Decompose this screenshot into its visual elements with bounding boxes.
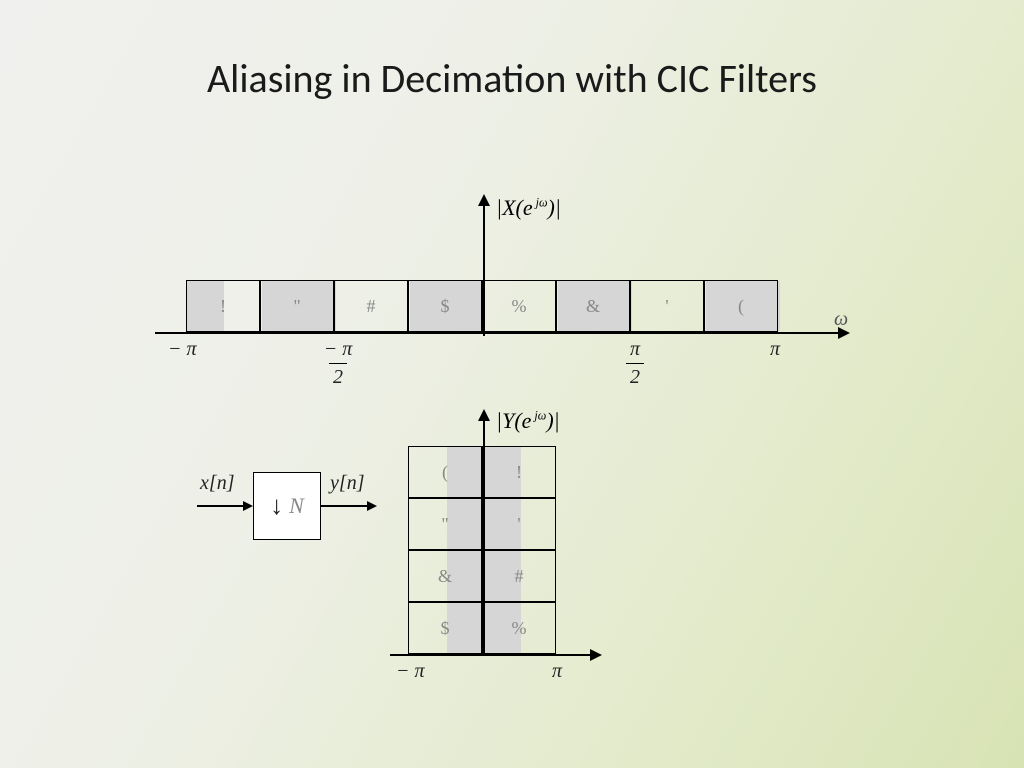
axis-var-top: ω (834, 308, 848, 331)
tick-label: − π (396, 660, 425, 683)
stack-cell: & (408, 550, 482, 602)
spectrum-cell: ( (704, 280, 778, 332)
spectrum-cell: ' (630, 280, 704, 332)
out-signal-label: y[n] (330, 472, 364, 495)
tick-label: π2 (620, 338, 650, 389)
factor-label: N (289, 493, 304, 519)
x-axis-top (155, 332, 848, 334)
spectrum-cell: & (556, 280, 630, 332)
tick-label: π (552, 660, 562, 683)
input-arrow (197, 505, 251, 507)
tick-label: − π2 (320, 338, 356, 389)
stack-cell: " (408, 498, 482, 550)
spectrum-cell: # (334, 280, 408, 332)
downsample-block: ↓ N (253, 472, 321, 540)
slide-title: Aliasing in Decimation with CIC Filters (0, 54, 1024, 103)
spectrum-cell: " (260, 280, 334, 332)
tick-label: π (770, 338, 780, 361)
top-spectrum-label: |X(e jω)| (496, 195, 561, 221)
in-signal-label: x[n] (200, 472, 234, 495)
tick-label: − π (168, 338, 197, 361)
x-axis-bottom (390, 654, 600, 656)
spectrum-cell: % (482, 280, 556, 332)
bottom-spectrum-label: |Y(e jω)| (496, 408, 560, 434)
output-arrow (321, 505, 375, 507)
stack-cell: ! (482, 446, 556, 498)
stack-cell: ' (482, 498, 556, 550)
stack-cell: $ (408, 602, 482, 654)
stack-cell: ( (408, 446, 482, 498)
stack-cell: % (482, 602, 556, 654)
slide: Aliasing in Decimation with CIC Filters … (0, 0, 1024, 768)
spectrum-cell: $ (408, 280, 482, 332)
spectrum-cell: ! (186, 280, 260, 332)
stack-cell: # (482, 550, 556, 602)
